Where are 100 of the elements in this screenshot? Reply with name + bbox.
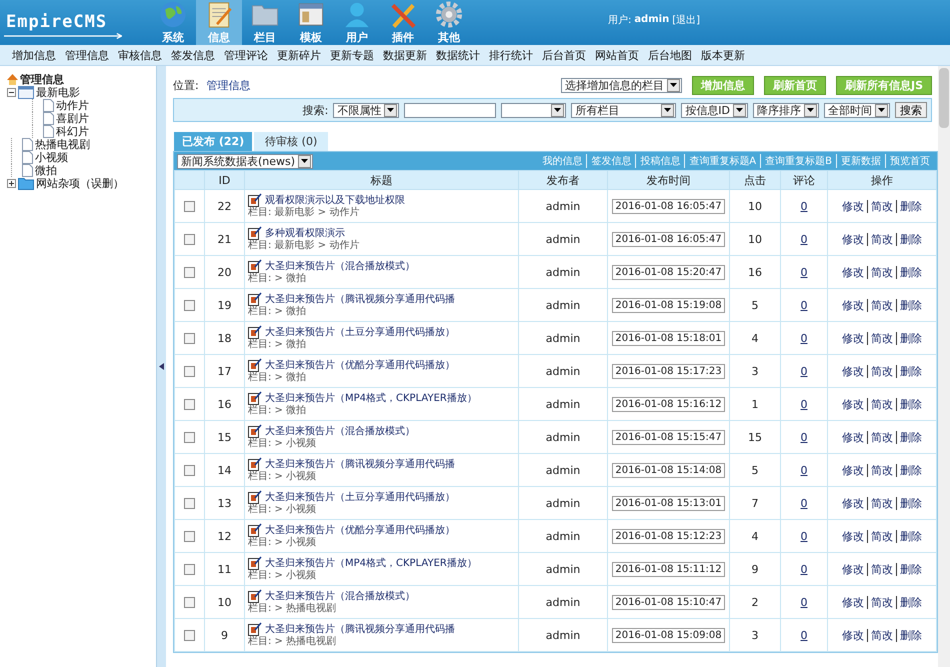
tree-item[interactable]: 科幻片 [56,124,89,139]
row-checkbox[interactable] [184,464,195,476]
row-action-link[interactable]: 删除 [896,364,925,378]
row-action-link[interactable]: 修改 [839,496,867,510]
tree-item[interactable]: 小视频 [35,150,68,165]
row-action-link[interactable]: 简改 [867,596,896,608]
title-link[interactable]: 大圣归来预告片（土豆分享通用代码播放） [265,490,455,504]
title-link[interactable]: 大圣归来预告片（腾讯视频分享通用代码播 [265,622,455,636]
row-checkbox[interactable] [184,266,195,278]
comments-link[interactable]: 0 [800,430,808,444]
table-dropdown[interactable]: 新闻系统数据表(news) [177,154,314,168]
row-checkbox[interactable] [184,432,195,443]
search-button[interactable]: 搜索 [895,102,927,118]
row-action-link[interactable]: 修改 [839,596,867,608]
row-action-link[interactable]: 修改 [839,266,867,278]
row-action-link[interactable]: 删除 [896,530,925,542]
time-field[interactable]: 2016-01-08 15:14:08 [612,462,725,478]
row-action-link[interactable]: 简改 [867,298,896,312]
title-link[interactable]: 大圣归来预告片（腾讯视频分享通用代码播 [265,292,455,306]
row-action-link[interactable]: 删除 [896,298,925,312]
time-field[interactable]: 2016-01-08 15:09:08 [612,628,725,642]
row-action-link[interactable]: 简改 [867,232,896,246]
row-checkbox[interactable] [184,596,195,608]
time-field[interactable]: 2016-01-08 15:17:23 [612,364,725,378]
time-field[interactable]: 2016-01-08 15:15:47 [612,430,725,444]
menu-link[interactable]: 管理信息 [65,48,109,62]
row-action-link[interactable]: 删除 [896,464,925,476]
time-field[interactable]: 2016-01-08 16:05:47 [612,232,725,246]
menu-link[interactable]: 后台首页 [542,48,586,62]
comments-link[interactable]: 0 [800,530,808,542]
tree-item[interactable]: 热播电视剧 [35,137,90,152]
dropdown-field[interactable]: 全部时间 [824,102,890,118]
title-link[interactable]: 大圣归来预告片（MP4格式，CKPLAYER播放） [265,391,477,405]
title-link[interactable]: 多种观看权限演示 [265,226,345,240]
time-field[interactable]: 2016-01-08 15:16:12 [612,396,725,412]
tree-item[interactable]: 网站杂项（误删） [36,176,124,191]
row-checkbox[interactable] [184,530,195,542]
row-checkbox[interactable] [184,564,195,575]
time-field[interactable]: 2016-01-08 16:05:47 [612,198,725,214]
row-action-link[interactable]: 删除 [896,596,925,608]
row-action-link[interactable]: 删除 [896,398,925,410]
comments-link[interactable]: 0 [800,398,808,410]
row-action-link[interactable]: 简改 [867,562,896,576]
menu-link[interactable]: 数据统计 [436,48,480,62]
menu-link[interactable]: 签发信息 [171,48,215,62]
row-action-link[interactable]: 删除 [896,232,925,246]
collapse-handle[interactable] [157,66,166,667]
row-action-link[interactable]: 删除 [896,628,925,642]
comments-link[interactable]: 0 [800,298,808,312]
row-action-link[interactable]: 修改 [839,200,867,212]
menu-link[interactable]: 网站首页 [595,48,639,62]
tree-item[interactable]: 最新电影 [36,85,80,100]
row-action-link[interactable]: 简改 [867,332,896,344]
title-link[interactable]: 大圣归来预告片（MP4格式，CKPLAYER播放） [265,556,477,570]
title-link[interactable]: 大圣归来预告片（混合播放模式） [265,259,415,273]
menu-link[interactable]: 管理评论 [224,48,268,62]
row-action-link[interactable]: 修改 [839,430,867,444]
title-link[interactable]: 大圣归来预告片（土豆分享通用代码播放） [265,325,455,339]
nav-tab[interactable]: 模板 [288,0,334,45]
row-action-link[interactable]: 简改 [867,496,896,510]
menu-link[interactable]: 后台地图 [648,48,692,62]
menu-link[interactable]: 更新专题 [330,48,374,62]
logout-link[interactable]: [退出] [672,12,700,26]
row-checkbox[interactable] [184,200,195,212]
menu-link[interactable]: 数据更新 [383,48,427,62]
expander-icon[interactable] [7,179,16,188]
row-action-link[interactable]: 删除 [896,266,925,278]
scrollbar[interactable] [938,66,950,667]
expander-icon[interactable] [7,88,16,97]
row-action-link[interactable]: 简改 [867,200,896,212]
comments-link[interactable]: 0 [800,596,808,608]
comments-link[interactable]: 0 [800,266,808,278]
nav-tab[interactable]: 栏目 [242,0,288,45]
menu-link[interactable]: 版本更新 [701,48,745,62]
title-link[interactable]: 大圣归来预告片（腾讯视频分享通用代码播 [265,457,455,471]
row-checkbox[interactable] [184,398,195,410]
dropdown-field[interactable]: 降序排序 [753,102,819,118]
tree-item[interactable]: 微拍 [35,163,57,178]
row-action-link[interactable]: 修改 [839,530,867,542]
nav-tab[interactable]: 系统 [150,0,196,45]
row-action-link[interactable]: 修改 [839,364,867,378]
menu-link[interactable]: 增加信息 [12,48,56,62]
row-checkbox[interactable] [184,630,195,641]
row-checkbox[interactable] [184,332,195,344]
row-checkbox[interactable] [184,300,195,311]
title-link[interactable]: 观看权限演示以及下载地址权限 [265,193,405,207]
nav-tab[interactable]: 插件 [380,0,426,45]
row-action-link[interactable]: 简改 [867,364,896,378]
row-action-link[interactable]: 修改 [839,298,867,312]
nav-tab[interactable]: 其他 [426,0,472,45]
comments-link[interactable]: 0 [800,496,808,510]
row-action-link[interactable]: 删除 [896,496,925,510]
title-link[interactable]: 大圣归来预告片（混合播放模式） [265,424,415,438]
time-field[interactable]: 2016-01-08 15:12:23 [612,528,725,544]
row-action-link[interactable]: 删除 [896,562,925,576]
row-action-link[interactable]: 删除 [896,200,925,212]
comments-link[interactable]: 0 [800,628,808,642]
menu-link[interactable]: 审核信息 [118,48,162,62]
row-action-link[interactable]: 修改 [839,562,867,576]
time-field[interactable]: 2016-01-08 15:11:12 [612,562,725,576]
